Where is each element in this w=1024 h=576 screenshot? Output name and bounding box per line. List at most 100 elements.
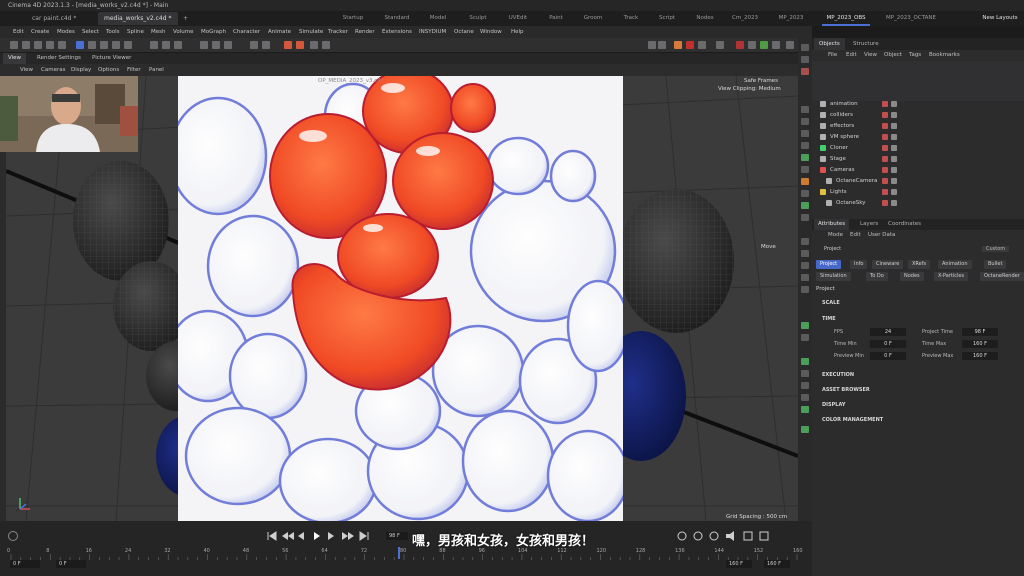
arrow-left-icon[interactable]	[648, 41, 656, 49]
time-min-field[interactable]: 0 F	[870, 340, 906, 348]
layout-tab-mp2023-octane[interactable]: MP_2023_OCTANE	[882, 11, 940, 26]
subdivision-icon[interactable]	[310, 41, 318, 49]
cineware-button[interactable]: Cineware	[872, 260, 904, 269]
menu-animate[interactable]: Animate	[268, 26, 291, 38]
strip-icon-4[interactable]	[801, 106, 809, 113]
bullet-button[interactable]: Bullet	[984, 260, 1007, 269]
layout-tab-groom[interactable]: Groom	[580, 11, 606, 26]
object-name[interactable]: Stage	[830, 154, 846, 164]
polygons-mode-icon[interactable]	[124, 41, 132, 49]
xp-emitter-icon[interactable]	[736, 41, 744, 49]
visibility-dot-icon[interactable]	[882, 189, 888, 195]
preview-start-field[interactable]: 0 F	[56, 560, 86, 568]
object-row[interactable]: VM sphere	[812, 132, 1024, 142]
redo-icon[interactable]	[22, 41, 30, 49]
play-icon[interactable]	[314, 532, 320, 540]
object-row[interactable]: Stage	[812, 154, 1024, 164]
file-tab-car-paint[interactable]: car paint.c4d *	[26, 12, 96, 25]
layout-tab-model[interactable]: Model	[425, 11, 451, 26]
visibility-dot-icon[interactable]	[882, 178, 888, 184]
objects-menu-file[interactable]: File	[828, 50, 837, 61]
execution-section[interactable]: EXECUTION	[822, 372, 854, 378]
strip-icon-15[interactable]	[801, 250, 809, 257]
object-name[interactable]: Cameras	[830, 165, 854, 175]
object-mode-icon[interactable]	[88, 41, 96, 49]
xrefs-button[interactable]: XRefs	[908, 260, 931, 269]
autokey-icon[interactable]	[693, 531, 703, 541]
axis-z-icon[interactable]	[174, 41, 182, 49]
layout-tab-standard[interactable]: Standard	[381, 11, 413, 26]
scale-section[interactable]: SCALE	[822, 300, 840, 306]
object-row[interactable]: animation	[812, 99, 1024, 109]
menu-tracker[interactable]: Tracker	[328, 26, 348, 38]
move-tool-icon[interactable]	[46, 41, 54, 49]
object-row[interactable]: OctaneCamera	[812, 176, 1024, 186]
strip-icon-16[interactable]	[801, 262, 809, 269]
color-management-section[interactable]: COLOR MANAGEMENT	[822, 417, 883, 423]
layout-tab-paint[interactable]: Paint	[545, 11, 567, 26]
object-row[interactable]: Cloner	[812, 143, 1024, 153]
render-dot-icon[interactable]	[891, 145, 897, 151]
object-name[interactable]: effectors	[830, 121, 854, 131]
info-button[interactable]: Info	[850, 260, 868, 269]
cube-icon[interactable]	[250, 41, 258, 49]
octane-live-viewer-icon[interactable]	[296, 41, 304, 49]
menu-modes[interactable]: Modes	[57, 26, 75, 38]
strip-icon-25[interactable]	[801, 406, 809, 413]
strip-icon-12[interactable]	[801, 202, 809, 209]
menu-select[interactable]: Select	[82, 26, 99, 38]
cloner-icon[interactable]	[322, 41, 330, 49]
live-selection-icon[interactable]	[34, 41, 42, 49]
strip-icon-10[interactable]	[801, 178, 809, 185]
menu-spline[interactable]: Spline	[127, 26, 144, 38]
layout-tab-mp2023-obs[interactable]: MP_2023_OBS	[822, 11, 870, 26]
strip-icon-23[interactable]	[801, 382, 809, 389]
layout-icon[interactable]	[786, 41, 794, 49]
project-button[interactable]: Project	[816, 260, 842, 269]
strip-icon-14[interactable]	[801, 238, 809, 245]
attributes-tab[interactable]: Attributes	[814, 219, 850, 230]
visibility-dot-icon[interactable]	[882, 112, 888, 118]
start-frame-field[interactable]: 0 F	[10, 560, 40, 568]
objects-menu-edit[interactable]: Edit	[846, 50, 857, 61]
undo-icon[interactable]	[10, 41, 18, 49]
object-name[interactable]: colliders	[830, 110, 853, 120]
magnet-icon[interactable]	[716, 41, 724, 49]
preview-end-field[interactable]: 160 F	[726, 560, 752, 568]
playhead[interactable]	[398, 547, 400, 559]
next-key-icon[interactable]	[342, 532, 354, 540]
strip-icon-19[interactable]	[801, 322, 809, 329]
viewport-menu-filter[interactable]: Filter	[127, 64, 141, 76]
strip-icon-13[interactable]	[801, 214, 809, 221]
menu-render[interactable]: Render	[355, 26, 375, 38]
object-row[interactable]: Cameras	[812, 165, 1024, 175]
menu-mograph[interactable]: MoGraph	[201, 26, 226, 38]
strip-icon-18[interactable]	[801, 286, 809, 293]
layout-tab-nodes[interactable]: Nodes	[693, 11, 717, 26]
picture-viewer-tab[interactable]: Picture Viewer	[92, 53, 131, 64]
todo-button[interactable]: To Do	[866, 272, 888, 281]
render-dot-icon[interactable]	[891, 156, 897, 162]
render-dot-icon[interactable]	[891, 178, 897, 184]
object-row[interactable]: effectors	[812, 121, 1024, 131]
visibility-dot-icon[interactable]	[882, 145, 888, 151]
render-dot-icon[interactable]	[891, 200, 897, 206]
objects-menu-view[interactable]: View	[864, 50, 877, 61]
edges-mode-icon[interactable]	[112, 41, 120, 49]
menu-octane[interactable]: Octane	[454, 26, 474, 38]
prev-key-icon[interactable]	[282, 532, 294, 540]
xp-modifier-icon[interactable]	[760, 41, 768, 49]
render-dot-icon[interactable]	[891, 123, 897, 129]
menu-help[interactable]: Help	[511, 26, 524, 38]
strip-icon-22[interactable]	[801, 370, 809, 377]
go-to-start-icon[interactable]	[267, 531, 277, 541]
strip-icon-24[interactable]	[801, 394, 809, 401]
nodes-button[interactable]: Nodes	[900, 272, 924, 281]
record-icon[interactable]	[686, 41, 694, 49]
timeline-menu-icon[interactable]	[743, 531, 753, 541]
render-dot-icon[interactable]	[891, 189, 897, 195]
strip-icon-3[interactable]	[801, 68, 809, 75]
strip-icon-9[interactable]	[801, 166, 809, 173]
objects-menu-bookmarks[interactable]: Bookmarks	[929, 50, 960, 61]
pen-icon[interactable]	[262, 41, 270, 49]
